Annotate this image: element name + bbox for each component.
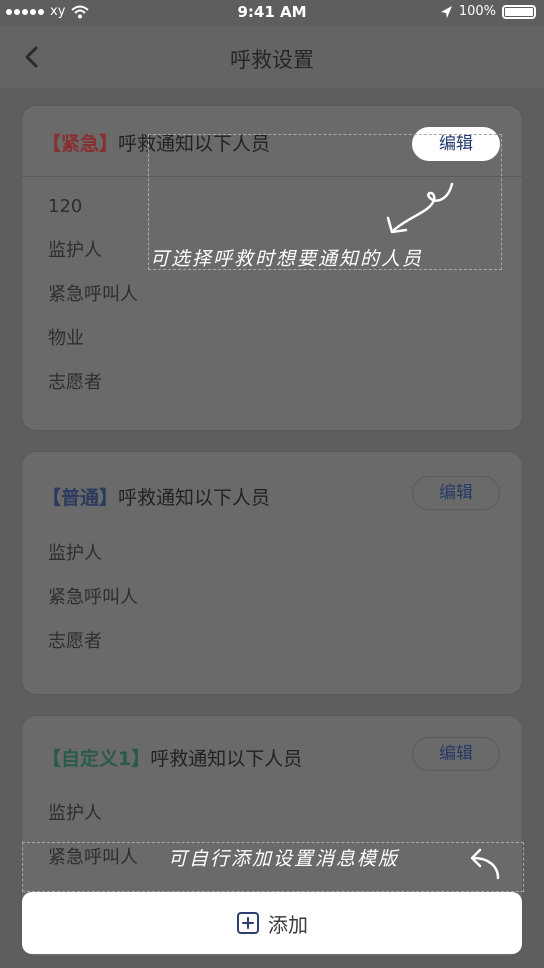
annotation-add-template: 可自行添加设置消息模版: [168, 848, 400, 870]
list-item: 监护人: [48, 543, 102, 564]
tag-custom1: 【自定义1】: [42, 748, 151, 770]
card-title-text: 呼救通知以下人员: [118, 487, 271, 509]
list-item: 物业: [48, 328, 84, 349]
edit-button-custom1[interactable]: 编辑: [412, 737, 500, 771]
tag-emergency: 【紧急】: [42, 133, 119, 155]
card-title: 【普通】呼救通知以下人员: [42, 483, 270, 510]
status-bar: xy 9:41 AM 100%: [0, 0, 544, 26]
list-item: 志愿者: [48, 631, 102, 652]
card-title-text: 呼救通知以下人员: [150, 748, 303, 770]
plus-square-icon: [237, 912, 259, 934]
card-header: 【普通】呼救通知以下人员 编辑: [22, 452, 522, 522]
list-item: 紧急呼叫人: [48, 284, 138, 305]
card-normal: 【普通】呼救通知以下人员 编辑 监护人 紧急呼叫人 志愿者: [22, 452, 522, 694]
edit-button-normal[interactable]: 编辑: [412, 476, 500, 510]
list-item: 紧急呼叫人: [48, 587, 138, 608]
member-list: 监护人 紧急呼叫人 志愿者: [22, 522, 522, 664]
battery-icon: [502, 4, 536, 19]
status-right: 100%: [439, 4, 536, 19]
list-item: 监护人: [48, 803, 102, 824]
add-button[interactable]: 添加: [22, 892, 522, 954]
card-title: 【自定义1】呼救通知以下人员: [42, 744, 302, 771]
card-header: 【自定义1】呼救通知以下人员 编辑: [22, 716, 522, 786]
annotation-select-people: 可选择呼救时想要通知的人员: [150, 248, 424, 270]
curved-arrow-icon: [470, 848, 500, 880]
location-icon: [440, 5, 452, 18]
curved-arrow-icon: [386, 182, 454, 234]
tag-normal: 【普通】: [42, 487, 119, 509]
battery-percent: 100%: [458, 4, 496, 19]
page-title: 呼救设置: [230, 48, 314, 72]
nav-bar: 呼救设置: [0, 26, 544, 88]
add-label: 添加: [268, 912, 308, 937]
list-item: 志愿者: [48, 372, 102, 393]
